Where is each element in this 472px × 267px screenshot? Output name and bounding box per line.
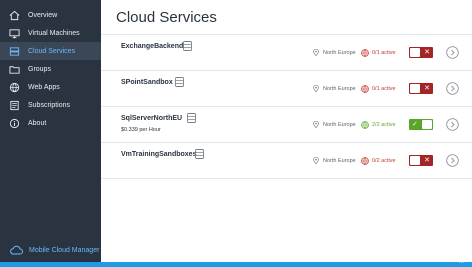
chevron-right-icon[interactable] (446, 154, 459, 167)
status-label: 0/1 active (372, 86, 396, 92)
service-toggle[interactable]: ✓ (409, 119, 433, 130)
service-toggle[interactable]: ✕ (409, 155, 433, 166)
service-name: SqlServerNorthEU (121, 115, 183, 122)
location-pin-icon (313, 157, 319, 164)
cloud-services-list: ExchangeBackend North Europe 0/1 active … (101, 34, 472, 179)
home-icon (8, 9, 20, 21)
sidebar-item-overview[interactable]: Overview (0, 6, 101, 24)
chevron-right-icon[interactable] (446, 118, 459, 131)
cloud-services-icon (8, 45, 20, 57)
chevron-right-icon[interactable] (446, 46, 459, 59)
sidebar-item-about[interactable]: About (0, 114, 101, 132)
brand: Mobile Cloud Manager (9, 245, 99, 255)
database-icon (175, 77, 184, 87)
sidebar-item-label: Cloud Services (28, 47, 76, 55)
sidebar-item-label: Virtual Machines (28, 29, 80, 37)
toggle-knob (410, 48, 420, 57)
bottom-app-bar[interactable]: ... (0, 259, 472, 267)
sidebar-item-groups[interactable]: Groups (0, 60, 101, 78)
toggle-knob (410, 156, 420, 165)
service-name: VmTrainingSandboxes (121, 151, 197, 158)
status-label: 2/2 active (372, 122, 396, 128)
location-label: North Europe (323, 49, 356, 56)
location-pin-icon (313, 121, 319, 128)
sidebar-item-label: Web Apps (28, 83, 60, 91)
sidebar-item-subscriptions[interactable]: Subscriptions (0, 96, 101, 114)
service-row[interactable]: ExchangeBackend North Europe 0/1 active … (101, 34, 472, 70)
toggle-knob (422, 120, 432, 129)
sidebar-item-label: About (28, 119, 47, 127)
service-row[interactable]: VmTrainingSandboxes North Europe 0/2 act… (101, 142, 472, 179)
folder-icon (8, 63, 20, 75)
service-status: 0/1 active (361, 85, 396, 93)
more-options-icon[interactable]: ... (459, 259, 464, 265)
globe-status-icon (361, 85, 369, 93)
chevron-right-icon[interactable] (446, 82, 459, 95)
info-icon (8, 117, 20, 129)
location-pin-icon (313, 49, 319, 56)
service-status: 0/1 active (361, 49, 396, 57)
close-icon: ✕ (424, 49, 430, 56)
database-icon (195, 149, 204, 159)
globe-status-icon (361, 121, 369, 129)
location-label: North Europe (323, 85, 356, 92)
service-location: North Europe (313, 85, 356, 92)
service-toggle[interactable]: ✕ (409, 47, 433, 58)
toggle-knob (410, 84, 420, 93)
main-content: Cloud Services ExchangeBackend North Eur… (101, 0, 472, 262)
service-location: North Europe (313, 121, 356, 128)
sidebar-item-label: Overview (28, 11, 58, 19)
database-icon (183, 41, 192, 51)
location-label: North Europe (323, 157, 356, 164)
service-name: ExchangeBackend (121, 43, 184, 50)
globe-status-icon (361, 49, 369, 57)
subscriptions-icon (8, 99, 20, 111)
globe-status-icon (361, 157, 369, 165)
brand-label: Mobile Cloud Manager (29, 246, 100, 254)
sidebar-item-label: Subscriptions (28, 101, 71, 109)
service-row[interactable]: SqlServerNorthEU $0.339 per Hour North E… (101, 106, 472, 142)
location-label: North Europe (323, 121, 356, 128)
service-location: North Europe (313, 49, 356, 56)
close-icon: ✕ (424, 157, 430, 164)
service-row[interactable]: SPointSandbox North Europe 0/1 active ✕ (101, 70, 472, 106)
sidebar-item-cloud-services[interactable]: Cloud Services (0, 42, 101, 60)
close-icon: ✕ (424, 85, 430, 92)
sidebar-item-web-apps[interactable]: Web Apps (0, 78, 101, 96)
database-icon (187, 113, 196, 123)
cloud-icon (10, 245, 23, 255)
page-title: Cloud Services (116, 9, 217, 26)
status-label: 0/2 active (372, 158, 396, 164)
monitor-icon (8, 27, 20, 39)
web-apps-icon (8, 81, 20, 93)
service-price: $0.339 per Hour (121, 127, 161, 133)
sidebar-item-label: Groups (28, 65, 51, 73)
sidebar-nav: Overview Virtual Machines Cloud Services… (0, 0, 101, 132)
service-name: SPointSandbox (121, 79, 173, 86)
status-label: 0/1 active (372, 50, 396, 56)
service-toggle[interactable]: ✕ (409, 83, 433, 94)
service-location: North Europe (313, 157, 356, 164)
service-status: 0/2 active (361, 157, 396, 165)
service-status: 2/2 active (361, 121, 396, 129)
sidebar-item-virtual-machines[interactable]: Virtual Machines (0, 24, 101, 42)
check-icon: ✓ (412, 121, 418, 128)
sidebar: Overview Virtual Machines Cloud Services… (0, 0, 101, 262)
location-pin-icon (313, 85, 319, 92)
